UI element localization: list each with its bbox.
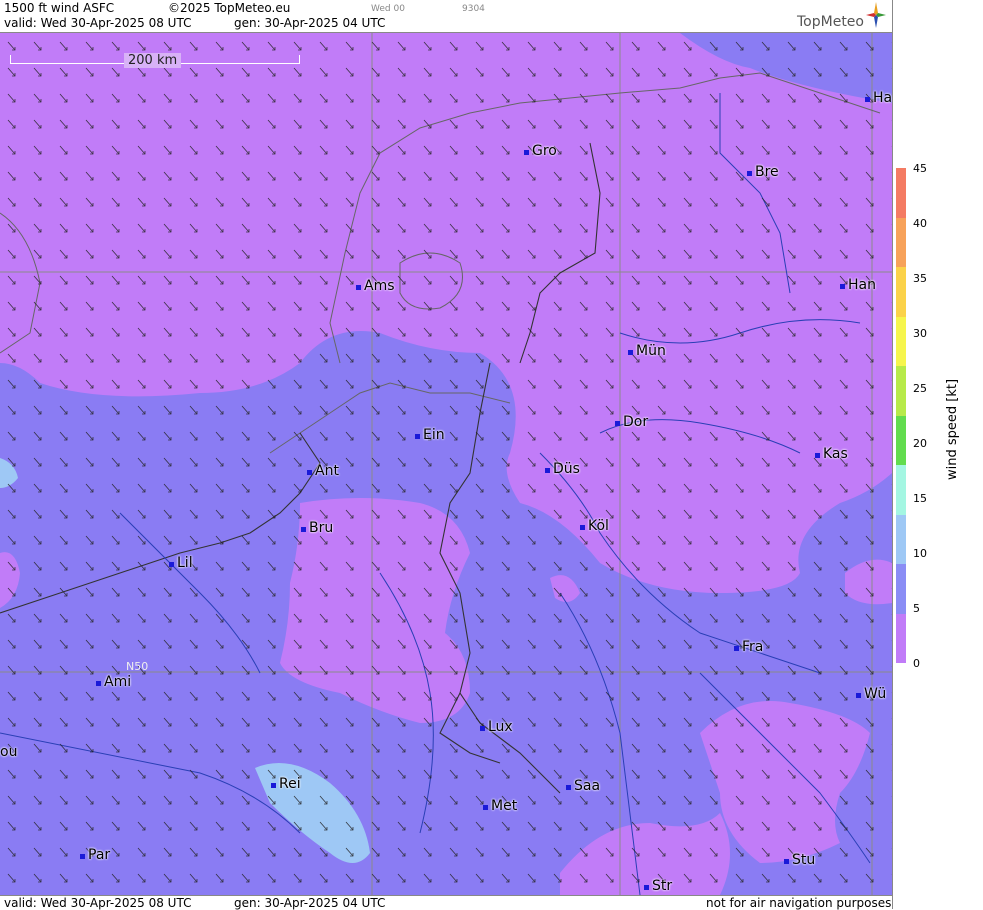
copyright: ©2025 TopMeteo.eu [168,1,291,15]
city-dot [840,284,845,289]
city-dot [784,859,789,864]
legend-panel: 45 40 35 30 25 20 15 10 5 0 wind speed [… [892,0,983,909]
footer-bar: valid: Wed 30-Apr-2025 08 UTC gen: 30-Ap… [0,895,892,910]
legend-color-band [896,415,906,465]
chart-title: 1500 ft wind ASFC [4,1,115,15]
city-dot [301,527,306,532]
legend-color-band [896,514,906,564]
legend-tick: 35 [913,272,927,285]
scale-label: 200 km [124,53,182,68]
brand-name: TopMeteo [797,14,864,30]
legend-color-band [896,316,906,366]
run-tag: Wed 00 [371,4,405,14]
city-dot [356,285,361,290]
legend-color-band [896,217,906,267]
city-dot [856,693,861,698]
legend-tick: 45 [913,162,927,175]
legend-color-band [896,564,906,614]
valid-time: valid: Wed 30-Apr-2025 08 UTC [4,16,192,30]
generated-time: gen: 30-Apr-2025 04 UTC [234,16,386,30]
city-marker[interactable]: Bre [747,164,779,180]
city-marker[interactable]: Ams [356,278,395,294]
city-dot [483,805,488,810]
topmeteo-logo[interactable]: TopMeteo [794,2,886,32]
city-marker[interactable]: Kas [815,446,848,462]
city-marker[interactable]: ou [0,744,17,760]
city-marker[interactable]: Ant [307,463,339,479]
city-marker[interactable]: Ha [865,90,892,106]
city-marker[interactable]: Stu [784,852,815,868]
city-marker[interactable]: Köl [580,518,609,534]
city-marker[interactable]: Wü [856,686,886,702]
footer-generated-time: gen: 30-Apr-2025 04 UTC [234,896,386,910]
city-marker[interactable]: Dor [615,414,648,430]
city-dot [644,885,649,890]
legend-tick: 10 [913,547,927,560]
city-marker[interactable]: Ein [415,427,445,443]
city-dot [480,726,485,731]
compass-icon [866,2,886,28]
wind-map[interactable]: 200 km N50 Ha Gro Bre Ams Han Mün Ein Do… [0,33,892,895]
legend-tick: 30 [913,327,927,340]
legend-color-band [896,613,906,663]
city-marker[interactable]: Lil [169,555,193,571]
city-marker[interactable]: Gro [524,143,557,159]
legend-unit: wind speed [kt] [945,378,960,480]
city-marker[interactable]: Met [483,798,517,814]
city-marker[interactable]: Düs [545,461,580,477]
city-marker[interactable]: Mün [628,343,666,359]
color-scale [896,168,906,663]
legend-tick: 5 [913,602,920,615]
city-marker[interactable]: Fra [734,639,763,655]
legend-tick: 20 [913,437,927,450]
city-marker[interactable]: Rei [271,776,301,792]
header-bar: 1500 ft wind ASFC ©2025 TopMeteo.eu Wed … [0,0,892,33]
city-dot [96,681,101,686]
city-dot [415,434,420,439]
legend-color-band [896,168,906,218]
city-dot [865,97,870,102]
city-marker[interactable]: Bru [301,520,333,536]
city-dot [169,562,174,567]
legend-tick: 25 [913,382,927,395]
city-dot [307,470,312,475]
run-code: 9304 [462,4,485,14]
wind-field [0,33,892,895]
legend-tick: 0 [913,657,920,670]
city-dot [566,785,571,790]
legend-tick: 15 [913,492,927,505]
legend-color-band [896,465,906,515]
city-dot [734,646,739,651]
legend-color-band [896,267,906,317]
city-dot [747,171,752,176]
city-marker[interactable]: Saa [566,778,600,794]
legend-color-band [896,366,906,416]
latitude-label: N50 [126,660,149,673]
city-dot [80,854,85,859]
city-marker[interactable]: Par [80,847,110,863]
city-dot [580,525,585,530]
city-marker[interactable]: Han [840,277,876,293]
city-dot [271,783,276,788]
disclaimer: not for air navigation purposes [706,896,892,910]
footer-valid-time: valid: Wed 30-Apr-2025 08 UTC [4,896,192,910]
city-dot [628,350,633,355]
city-dot [545,468,550,473]
legend-tick: 40 [913,217,927,230]
city-dot [524,150,529,155]
city-marker[interactable]: Ami [96,674,131,690]
city-dot [815,453,820,458]
city-dot [615,421,620,426]
city-marker[interactable]: Str [644,878,672,894]
city-marker[interactable]: Lux [480,719,513,735]
